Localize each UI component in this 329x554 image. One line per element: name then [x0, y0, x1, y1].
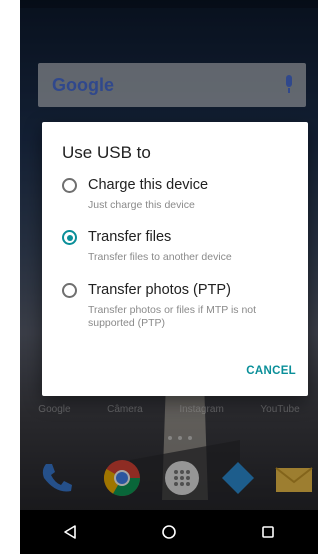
option-label: Transfer files — [88, 229, 172, 245]
home-icon — [162, 525, 176, 539]
home-button[interactable] — [157, 520, 181, 544]
option-description: Just charge this device — [88, 199, 195, 211]
recents-icon — [262, 526, 275, 538]
use-usb-dialog: Use USB to Charge this device Just charg… — [42, 122, 308, 396]
option-label: Transfer photos (PTP) — [88, 282, 231, 298]
back-button[interactable] — [58, 520, 82, 544]
radio-button[interactable] — [62, 178, 77, 193]
navigation-bar — [20, 510, 318, 554]
dialog-title: Use USB to — [62, 143, 151, 162]
recents-button[interactable] — [256, 520, 280, 544]
radio-button-selected[interactable] — [62, 230, 77, 245]
option-description: Transfer files to another device — [88, 251, 232, 263]
cancel-button[interactable]: CANCEL — [246, 365, 296, 377]
option-label: Charge this device — [88, 177, 209, 193]
back-icon — [63, 525, 76, 539]
radio-button[interactable] — [62, 283, 77, 298]
phone-screen: Google Google Câmera Instagram YouTube U… — [20, 0, 318, 554]
option-description: Transfer photos or files if MTP is not s… — [88, 304, 257, 329]
